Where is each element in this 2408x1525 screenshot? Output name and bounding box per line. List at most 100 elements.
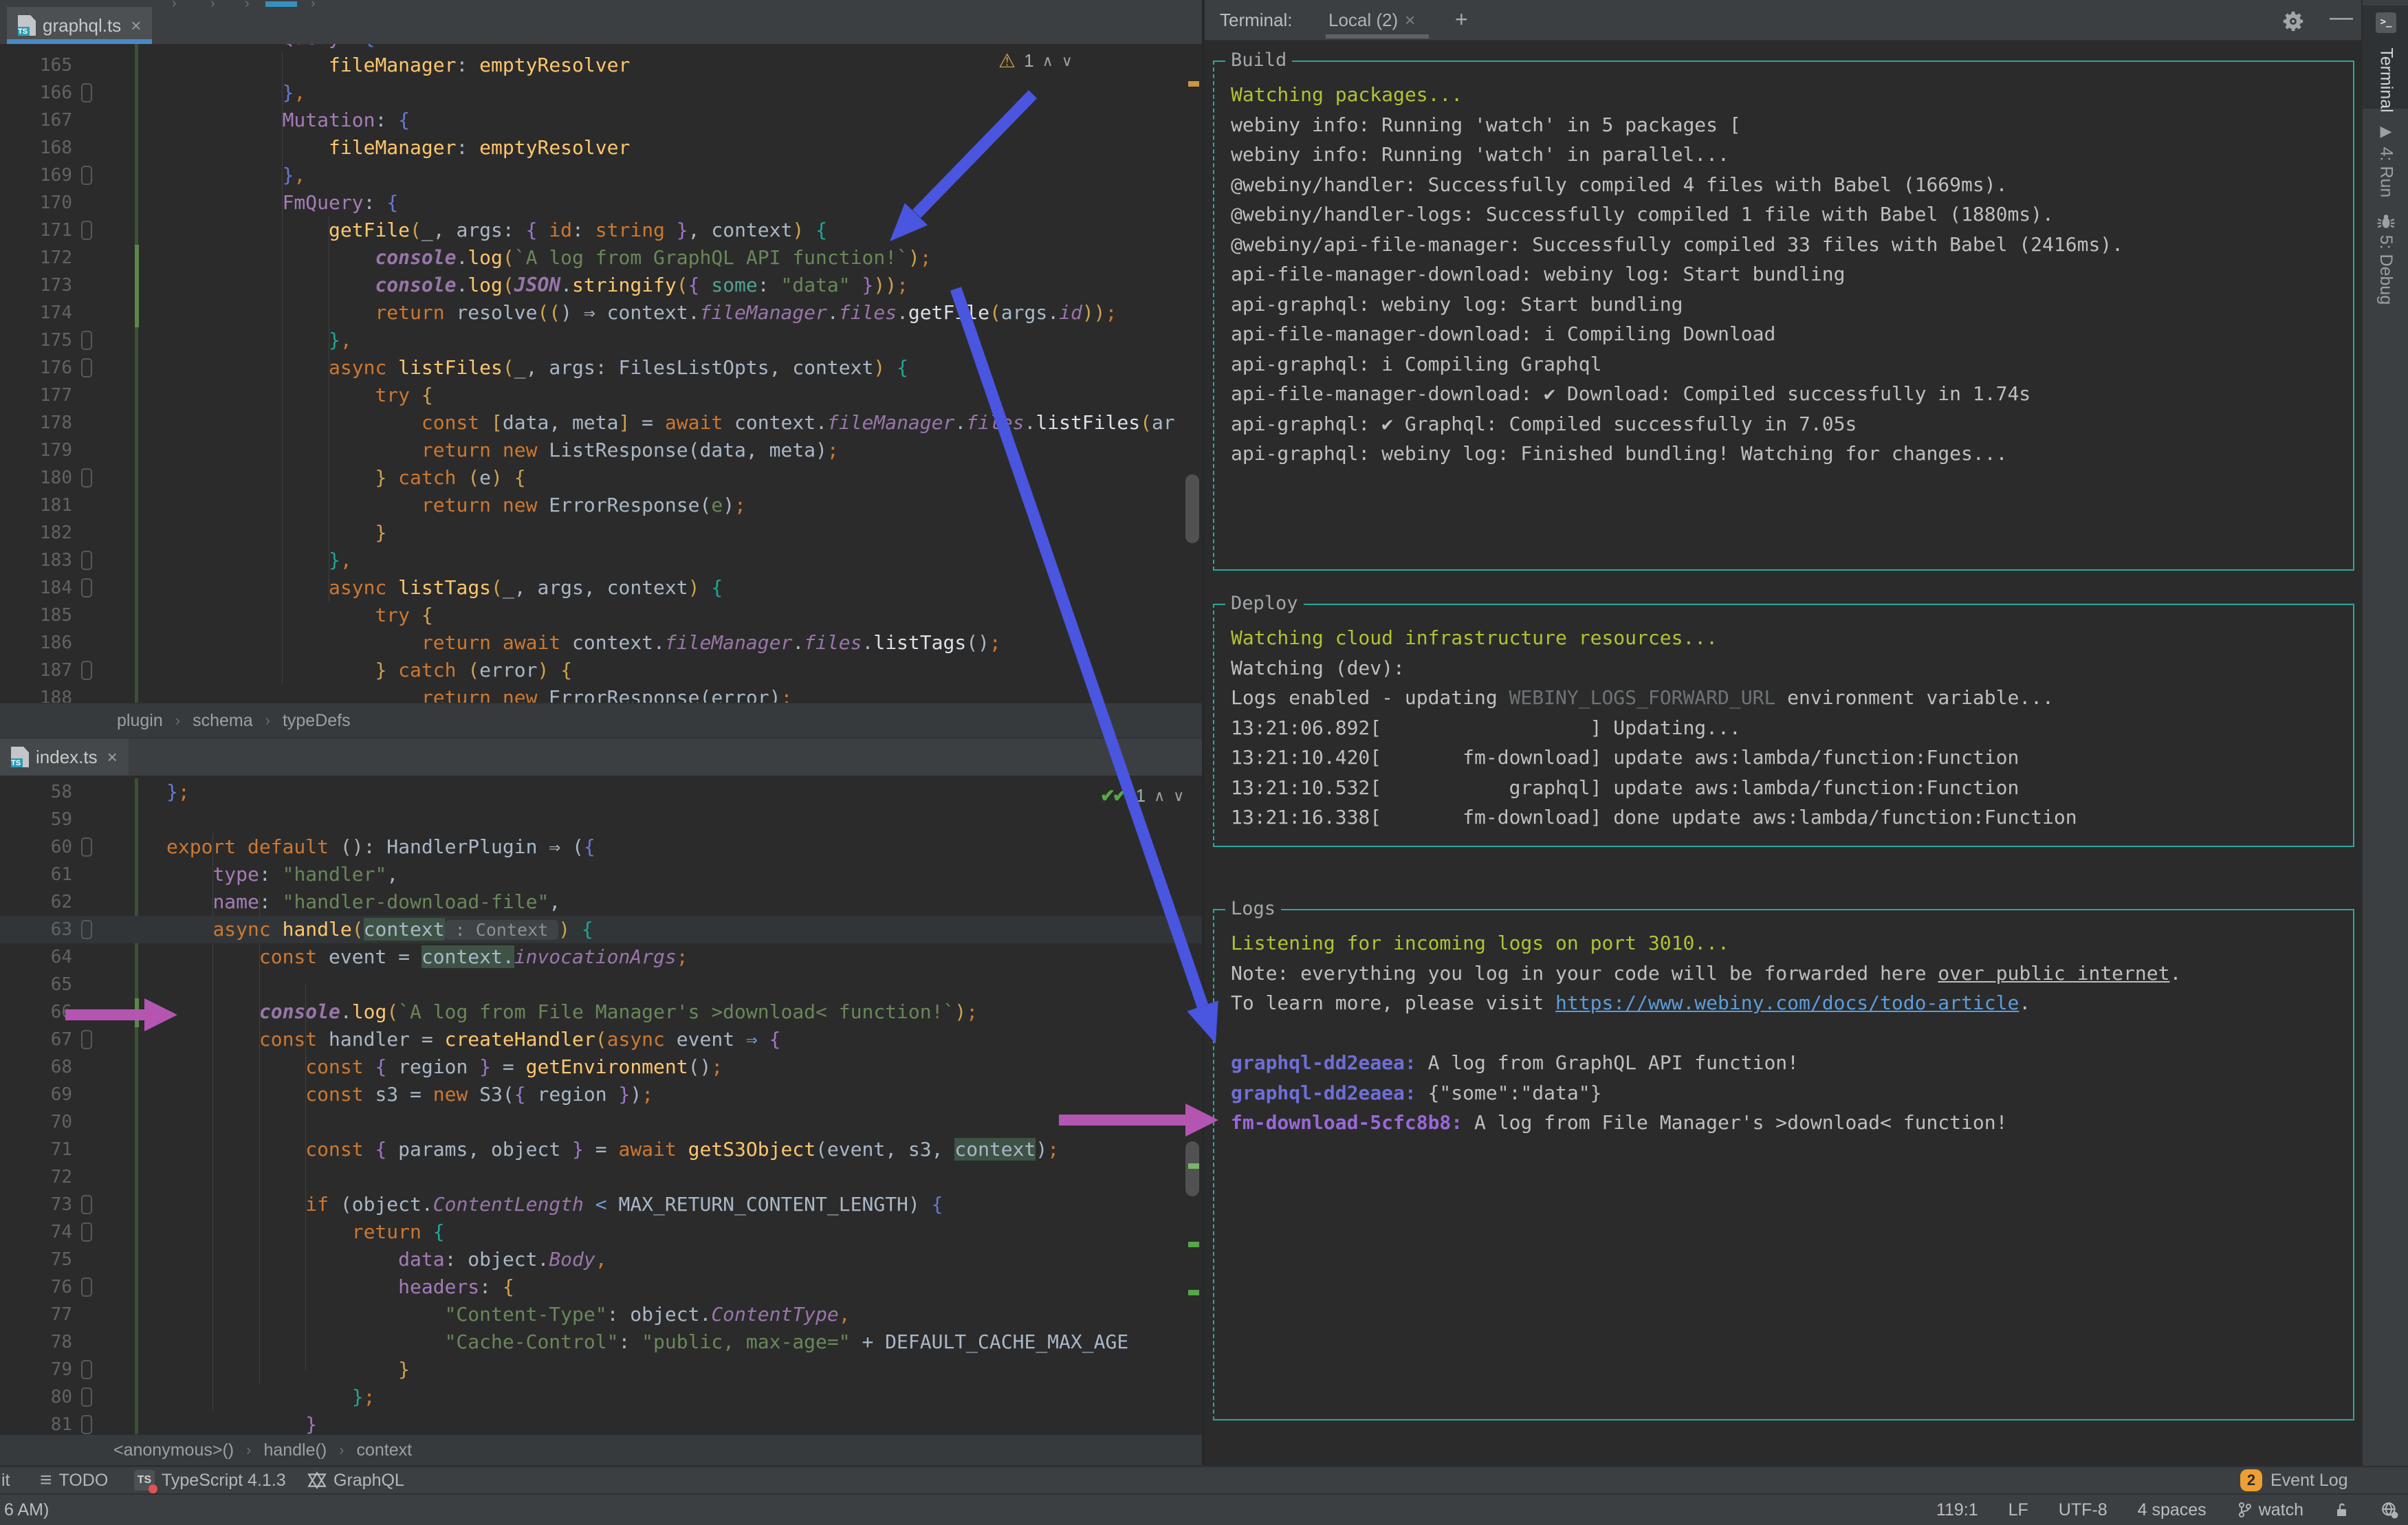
code-line[interactable]: 173 console.log(JSON.stringify({ some: "… <box>0 272 1202 299</box>
inspection-widget[interactable]: ⚠ 1 ∧ ∨ <box>998 50 1073 72</box>
fold-marker-icon[interactable] <box>81 1195 92 1214</box>
code-line[interactable]: 176 async listFiles(_, args: FilesListOp… <box>0 354 1202 382</box>
lock-icon[interactable] <box>2334 1501 2350 1519</box>
line-number[interactable]: 75 <box>0 1246 72 1273</box>
line-number[interactable]: 72 <box>0 1163 72 1191</box>
code-line[interactable]: 172 console.log(`A log from GraphQL API … <box>0 244 1202 272</box>
code-line[interactable]: 62 name: "handler-download-file", <box>0 888 1202 916</box>
code-line[interactable]: 184 async listTags(_, args, context) { <box>0 574 1202 602</box>
fold-marker-icon[interactable] <box>81 837 92 857</box>
line-number[interactable]: 164 <box>0 44 72 52</box>
indent-setting[interactable]: 4 spaces <box>2138 1500 2207 1520</box>
new-terminal-icon[interactable]: + <box>1455 7 1468 32</box>
fold-marker-icon[interactable] <box>81 1030 92 1049</box>
line-number[interactable]: 172 <box>0 244 72 272</box>
line-number[interactable]: 74 <box>0 1218 72 1246</box>
tab-graphql-ts[interactable]: TS graphql.ts × <box>7 7 153 44</box>
line-number[interactable]: 73 <box>0 1191 72 1218</box>
code-line[interactable]: 185 try { <box>0 602 1202 629</box>
code-line[interactable]: 179 return new ListResponse(data, meta); <box>0 437 1202 464</box>
fold-marker-icon[interactable] <box>81 1277 92 1297</box>
code-line[interactable]: 67 const handler = createHandler(async e… <box>0 1026 1202 1053</box>
log-link[interactable]: https://www.webiny.com/docs/todo-article <box>1555 991 2019 1014</box>
typescript-service-button[interactable]: TS TypeScript 4.1.3 <box>134 1467 286 1493</box>
line-number[interactable]: 174 <box>0 299 72 327</box>
code-line[interactable]: 178 const [data, meta] = await context.f… <box>0 409 1202 437</box>
code-line[interactable]: 59 <box>0 806 1202 833</box>
line-number[interactable]: 171 <box>0 217 72 244</box>
breadcrumb-item[interactable]: plugin <box>117 711 163 731</box>
code-line[interactable]: 61 type: "handler", <box>0 861 1202 888</box>
code-line[interactable]: 69 const s3 = new S3({ region }); <box>0 1081 1202 1108</box>
code-line[interactable]: 79 } <box>0 1356 1202 1383</box>
line-number[interactable]: 76 <box>0 1273 72 1301</box>
code-line[interactable]: 186 return await context.fileManager.fil… <box>0 629 1202 657</box>
code-line[interactable]: 73 if (object.ContentLength < MAX_RETURN… <box>0 1191 1202 1218</box>
prev-warning-icon[interactable]: ∧ <box>1042 52 1053 70</box>
tab-close-icon[interactable]: × <box>107 747 118 768</box>
fold-marker-icon[interactable] <box>81 661 92 680</box>
caret-position[interactable]: 119:1 <box>1936 1500 1978 1520</box>
code-line[interactable]: 74 return { <box>0 1218 1202 1246</box>
editor-graphql-ts[interactable]: 164 Query: {165 fileManager: emptyResolv… <box>0 44 1202 703</box>
code-line[interactable]: 174 return resolve(() ⇒ context.fileMana… <box>0 299 1202 327</box>
prev-mark-icon[interactable]: ∧ <box>1154 787 1165 805</box>
line-number[interactable]: 80 <box>0 1383 72 1411</box>
todo-toolwindow-button[interactable]: ≡ TODO <box>40 1467 108 1493</box>
next-mark-icon[interactable]: ∨ <box>1173 787 1184 805</box>
code-line[interactable]: 75 data: object.Body, <box>0 1246 1202 1273</box>
line-number[interactable]: 78 <box>0 1328 72 1356</box>
line-number[interactable]: 176 <box>0 354 72 382</box>
line-number[interactable]: 182 <box>0 519 72 547</box>
tab-close-icon[interactable]: × <box>131 15 141 36</box>
line-ending[interactable]: LF <box>2009 1500 2028 1520</box>
line-number[interactable]: 81 <box>0 1411 72 1434</box>
line-number[interactable]: 60 <box>0 833 72 861</box>
fold-marker-icon[interactable] <box>81 1222 92 1242</box>
breadcrumb-item[interactable]: typeDefs <box>283 711 351 731</box>
code-line[interactable]: 166 }, <box>0 79 1202 107</box>
line-number[interactable]: 169 <box>0 162 72 189</box>
line-number[interactable]: 183 <box>0 547 72 574</box>
stripe-run-button[interactable]: ▶ 4: Run <box>2363 116 2408 198</box>
line-number[interactable]: 67 <box>0 1026 72 1053</box>
code-line[interactable]: 78 "Cache-Control": "public, max-age=" +… <box>0 1328 1202 1356</box>
code-line[interactable]: 60 export default (): HandlerPlugin ⇒ ({ <box>0 833 1202 861</box>
breadcrumb-item[interactable]: context <box>357 1440 413 1460</box>
line-number[interactable]: 59 <box>0 806 72 833</box>
code-line[interactable]: 71 const { params, object } = await getS… <box>0 1136 1202 1163</box>
fold-marker-icon[interactable] <box>81 221 92 240</box>
code-line[interactable]: 81 } <box>0 1411 1202 1434</box>
line-number[interactable]: 170 <box>0 189 72 217</box>
code-line[interactable]: 168 fileManager: emptyResolver <box>0 134 1202 162</box>
fold-marker-icon[interactable] <box>81 551 92 570</box>
fold-marker-icon[interactable] <box>81 358 92 377</box>
minimize-icon[interactable]: — <box>2330 4 2353 31</box>
line-number[interactable]: 66 <box>0 998 72 1026</box>
line-number[interactable]: 175 <box>0 327 72 354</box>
git-toolwindow-button[interactable]: it <box>1 1467 10 1493</box>
line-number[interactable]: 77 <box>0 1301 72 1328</box>
event-log-button[interactable]: 2 Event Log <box>2240 1467 2348 1493</box>
line-number[interactable]: 178 <box>0 409 72 437</box>
code-line[interactable]: 65 <box>0 971 1202 998</box>
breadcrumb-item[interactable]: <anonymous>() <box>113 1440 234 1460</box>
code-line[interactable]: 177 try { <box>0 382 1202 409</box>
terminal-panel[interactable]: Terminal: Local (2) × + — Build Watching p… <box>1205 0 2361 1466</box>
line-number[interactable]: 186 <box>0 629 72 657</box>
editor1-scrollbar[interactable] <box>1185 474 1199 543</box>
editor-index-ts[interactable]: 58}; 59 60 export default (): HandlerPlugin… <box>0 776 1202 1434</box>
code-line[interactable]: 72 <box>0 1163 1202 1191</box>
line-number[interactable]: 173 <box>0 272 72 299</box>
stripe-terminal-button[interactable]: >_ Terminal <box>2363 6 2408 113</box>
line-number[interactable]: 187 <box>0 657 72 684</box>
code-line[interactable]: 80 }; <box>0 1383 1202 1411</box>
code-line[interactable]: 66 console.log(`A log from File Manager'… <box>0 998 1202 1026</box>
code-line[interactable]: 68 const { region } = getEnvironment(); <box>0 1053 1202 1081</box>
line-number[interactable]: 61 <box>0 861 72 888</box>
line-number[interactable]: 165 <box>0 52 72 79</box>
line-number[interactable]: 58 <box>0 778 72 806</box>
code-line[interactable]: 77 "Content-Type": object.ContentType, <box>0 1301 1202 1328</box>
fold-marker-icon[interactable] <box>81 1387 92 1407</box>
line-number[interactable]: 167 <box>0 107 72 134</box>
